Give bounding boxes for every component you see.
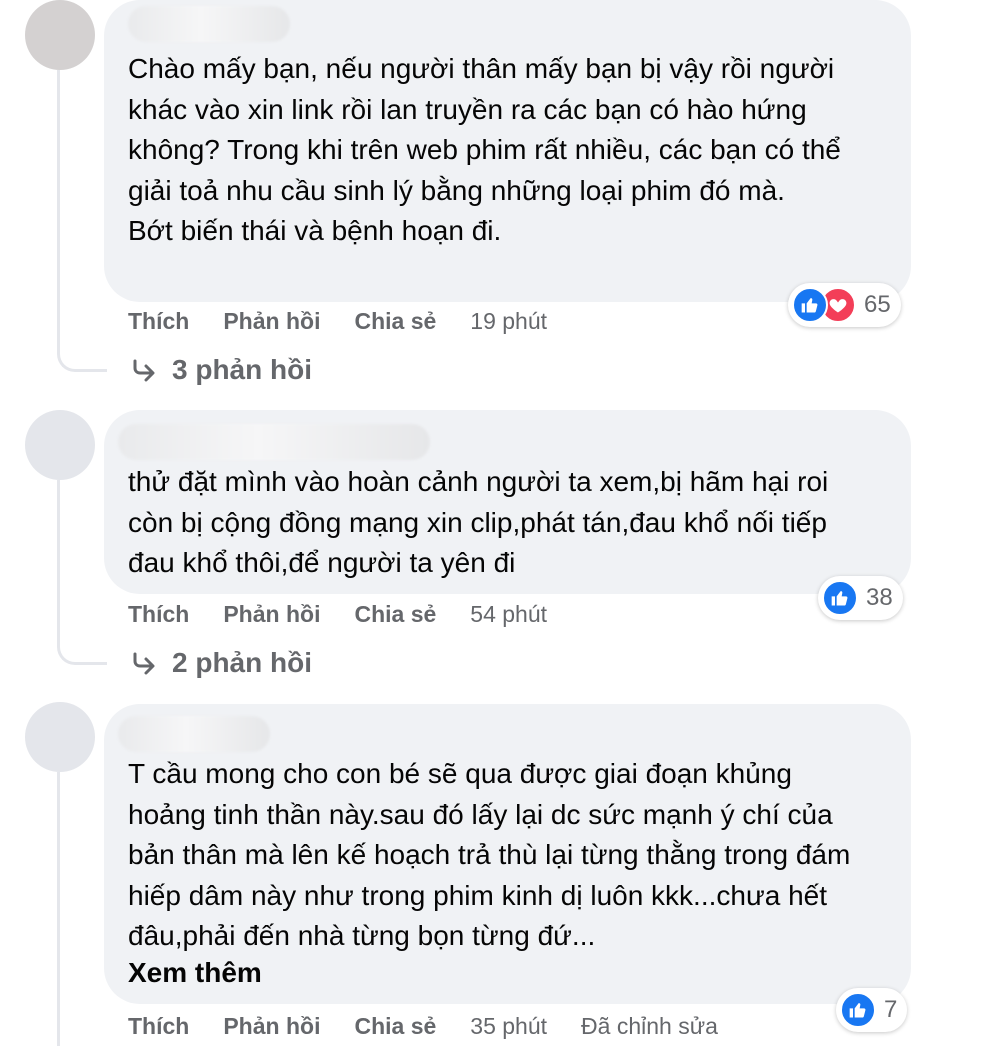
comment-timestamp[interactable]: 35 phút xyxy=(470,1013,547,1040)
comment-bubble: Chào mấy bạn, nếu người thân mấy bạn bị … xyxy=(104,0,911,302)
comment-text: thử đặt mình vào hoàn cảnh người ta xem,… xyxy=(128,466,829,578)
commenter-name[interactable] xyxy=(128,6,290,42)
share-button[interactable]: Chia sẻ xyxy=(354,601,436,628)
like-button[interactable]: Thích xyxy=(128,1013,189,1040)
comment-actions: Thích Phản hồi Chia sẻ 19 phút xyxy=(128,305,581,337)
reaction-count: 38 xyxy=(866,584,893,611)
thread-connector xyxy=(57,480,107,665)
like-icon xyxy=(792,287,828,323)
like-icon xyxy=(822,580,858,616)
reaction-summary[interactable]: 7 xyxy=(836,988,908,1032)
like-icon xyxy=(840,992,876,1028)
comment-actions: Thích Phản hồi Chia sẻ 35 phút Đã chỉnh … xyxy=(128,1010,718,1042)
reply-button[interactable]: Phản hồi xyxy=(223,1013,320,1040)
view-replies-link[interactable]: 2 phản hồi xyxy=(130,647,312,679)
commenter-avatar[interactable] xyxy=(25,0,95,70)
like-button[interactable]: Thích xyxy=(128,308,189,335)
see-more-link[interactable]: Xem thêm xyxy=(128,957,262,989)
comment-bubble: thử đặt mình vào hoàn cảnh người ta xem,… xyxy=(104,410,911,594)
commenter-name[interactable] xyxy=(118,716,270,752)
commenter-avatar[interactable] xyxy=(25,410,95,480)
commenter-name[interactable] xyxy=(118,424,430,460)
comment-bubble: T cầu mong cho con bé sẽ qua được giai đ… xyxy=(104,704,911,1004)
commenter-avatar[interactable] xyxy=(25,702,95,772)
reaction-summary[interactable]: 38 xyxy=(818,576,903,620)
comment-text: T cầu mong cho con bé sẽ qua được giai đ… xyxy=(128,758,851,951)
thread-connector xyxy=(57,772,107,1046)
reply-button[interactable]: Phản hồi xyxy=(223,308,320,335)
share-button[interactable]: Chia sẻ xyxy=(354,1013,436,1040)
comment-text: Chào mấy bạn, nếu người thân mấy bạn bị … xyxy=(128,53,841,246)
reaction-count: 7 xyxy=(884,996,898,1023)
thread-connector xyxy=(57,70,107,372)
reply-arrow-icon xyxy=(133,652,155,675)
reaction-summary[interactable]: 65 xyxy=(788,283,901,327)
comment-timestamp[interactable]: 19 phút xyxy=(470,308,547,335)
reply-arrow-icon xyxy=(133,359,155,382)
share-button[interactable]: Chia sẻ xyxy=(354,308,436,335)
like-button[interactable]: Thích xyxy=(128,601,189,628)
reaction-count: 65 xyxy=(864,291,891,318)
comment-actions: Thích Phản hồi Chia sẻ 54 phút xyxy=(128,598,581,630)
comment-timestamp[interactable]: 54 phút xyxy=(470,601,547,628)
view-replies-link[interactable]: 3 phản hồi xyxy=(130,354,312,386)
edited-label[interactable]: Đã chỉnh sửa xyxy=(581,1013,718,1040)
reply-button[interactable]: Phản hồi xyxy=(223,601,320,628)
